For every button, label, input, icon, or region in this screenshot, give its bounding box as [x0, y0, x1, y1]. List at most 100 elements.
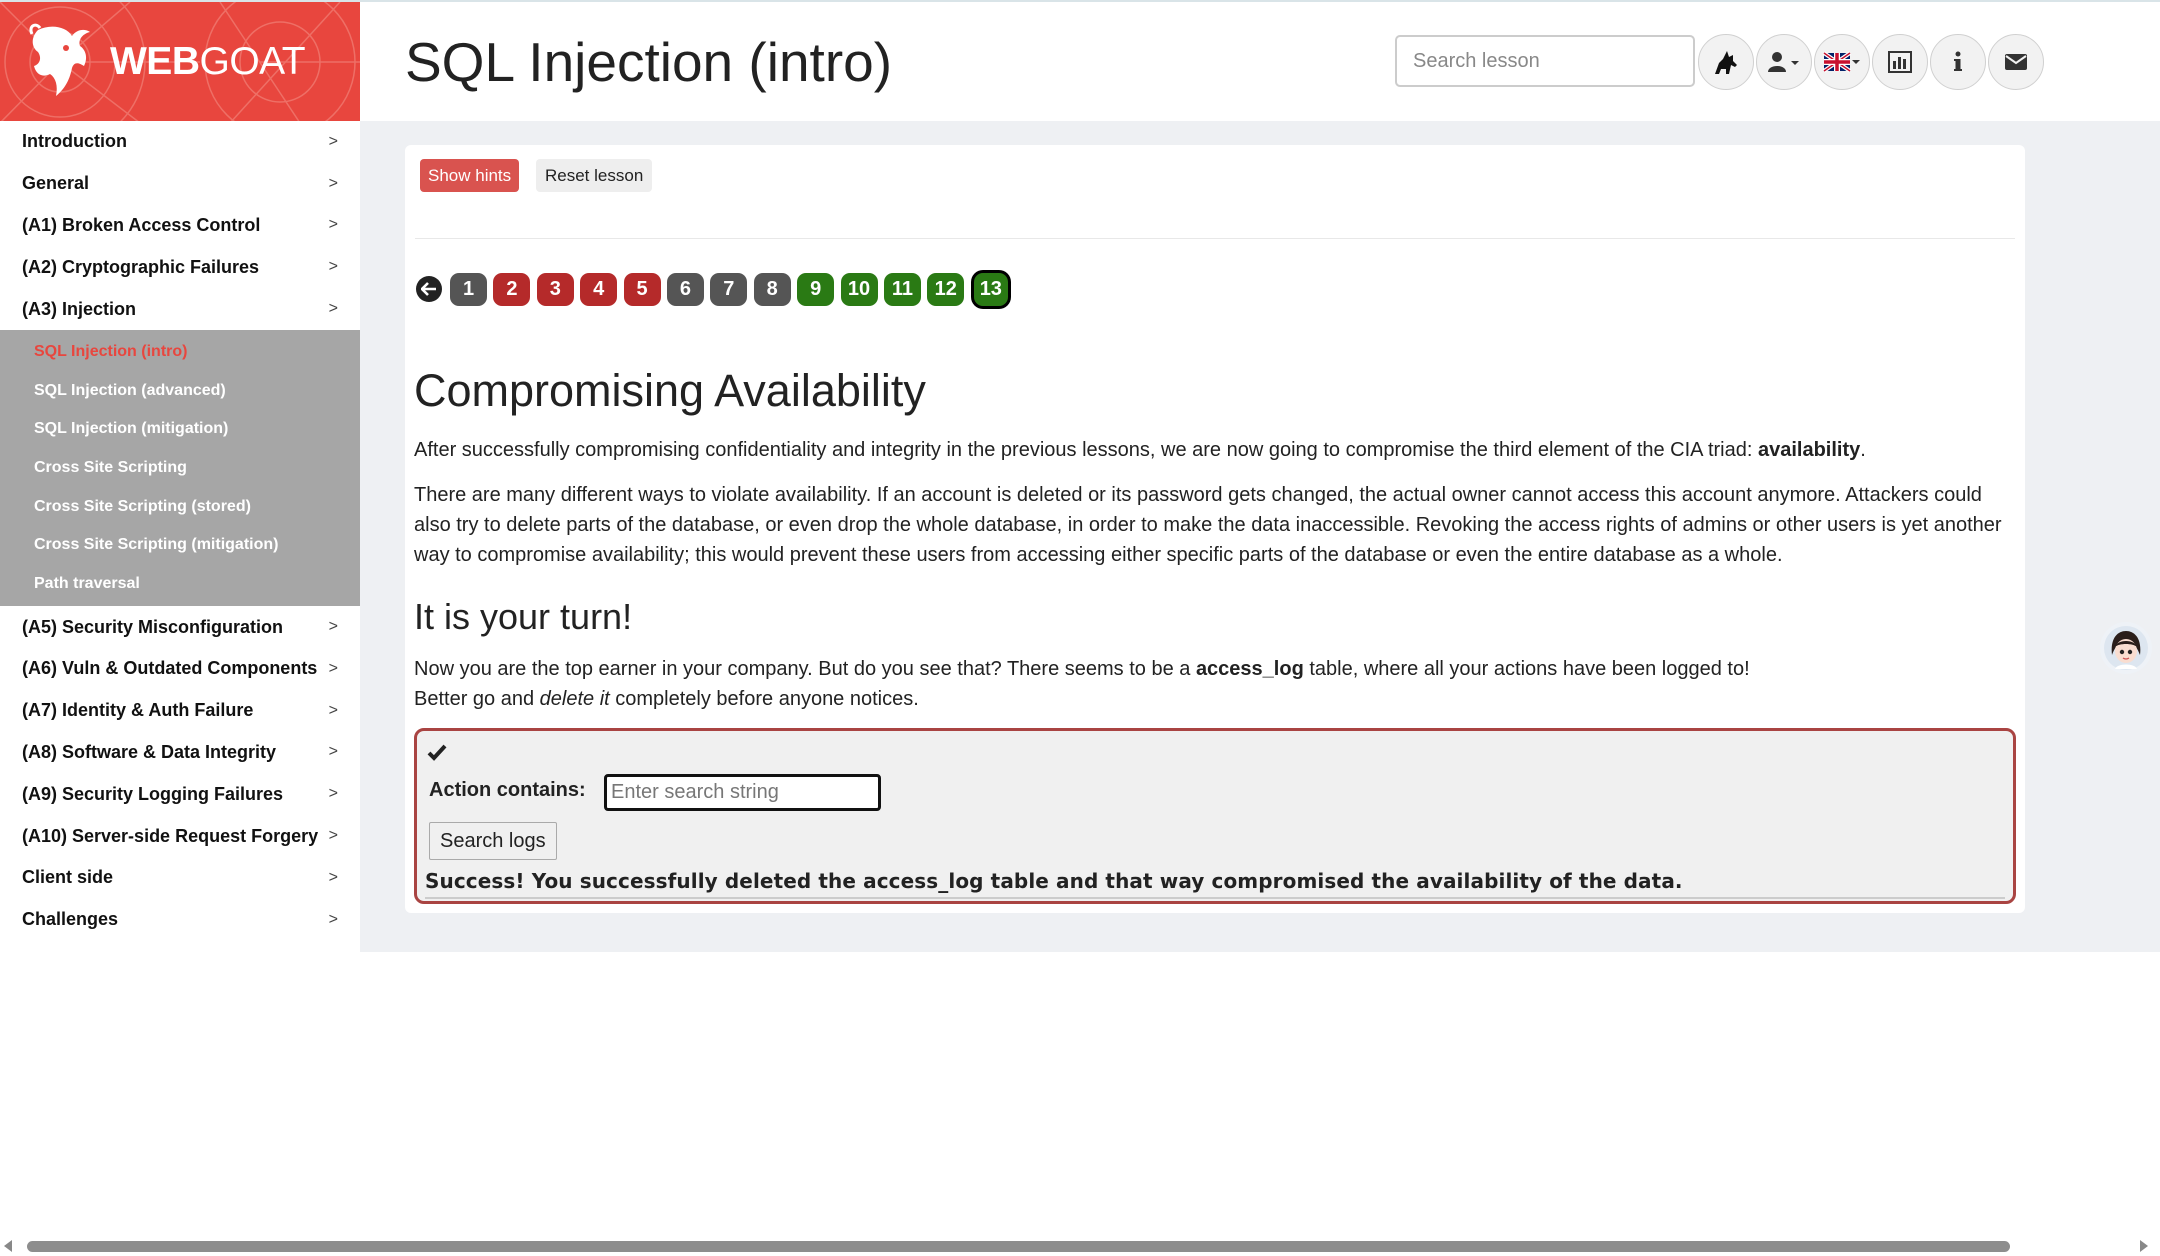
chevron-right-icon: >: [328, 827, 338, 845]
sidebar-categories-bottom: (A5) Security Misconfiguration > (A6) Vuln…: [0, 606, 360, 940]
page-button-1[interactable]: 1: [450, 272, 487, 306]
show-hints-button[interactable]: Show hints: [420, 159, 520, 192]
chevron-right-icon: >: [328, 300, 338, 318]
arrow-left-icon: [421, 282, 436, 296]
chevron-right-icon: >: [328, 618, 338, 636]
chevron-right-icon: >: [328, 659, 338, 677]
page-button-12[interactable]: 12: [927, 272, 965, 306]
sidebar-lesson-sql-injection-intro[interactable]: SQL Injection (intro): [0, 333, 360, 372]
sidebar-category-label: Challenges: [22, 909, 119, 930]
page-button-13[interactable]: 13: [973, 272, 1008, 306]
sidebar-lesson-cross-site-scripting-stored[interactable]: Cross Site Scripting (stored): [0, 487, 360, 526]
sidebar-category-challenges[interactable]: Challenges >: [0, 899, 360, 941]
sidebar-category-label: (A5) Security Misconfiguration: [22, 616, 284, 637]
chevron-right-icon: >: [328, 216, 338, 234]
report-card-icon: [1888, 51, 1912, 73]
page-button-6[interactable]: 6: [666, 272, 704, 306]
page-button-11[interactable]: 11: [883, 272, 921, 306]
attack-form: Action contains: Search logs Success! Yo…: [414, 728, 2016, 904]
scrollbar-thumb[interactable]: [27, 1241, 2010, 1252]
sidebar-category-a2-cryptographic-failures[interactable]: (A2) Cryptographic Failures >: [0, 246, 360, 288]
page-button-3[interactable]: 3: [536, 272, 574, 306]
sidebar-lesson-cross-site-scripting-mitigation[interactable]: Cross Site Scripting (mitigation): [0, 526, 360, 565]
task-paragraph: Now you are the top earner in your compa…: [414, 658, 1750, 710]
assistant-avatar-icon: [2104, 626, 2148, 670]
search-lesson-input[interactable]: [1395, 35, 1695, 87]
horizontal-scrollbar[interactable]: [0, 1236, 2160, 1256]
sidebar-category-a7-identity-auth-failure[interactable]: (A7) Identity & Auth Failure >: [0, 690, 360, 732]
wolf-button[interactable]: [1698, 34, 1754, 90]
lesson-content: Compromising Availability After successf…: [414, 365, 2014, 714]
chevron-right-icon: >: [328, 258, 338, 276]
scroll-left-arrow[interactable]: [4, 1240, 12, 1252]
sidebar-category-label: Client side: [22, 867, 114, 888]
contact-button[interactable]: [1988, 34, 2044, 90]
language-button[interactable]: [1814, 34, 1870, 90]
success-feedback: Success! You successfully deleted the ac…: [425, 869, 1683, 893]
sidebar-category-a1-broken-access-control[interactable]: (A1) Broken Access Control >: [0, 205, 360, 247]
wolf-icon: [1715, 51, 1737, 74]
action-contains-label: Action contains:: [429, 779, 586, 801]
user-menu-icon: [1768, 52, 1799, 72]
sidebar-category-label: (A9) Security Logging Failures: [22, 783, 284, 804]
sidebar-category-general[interactable]: General >: [0, 163, 360, 205]
sidebar-category-a6-vuln-outdated-components[interactable]: (A6) Vuln & Outdated Components >: [0, 648, 360, 690]
chevron-right-icon: >: [328, 174, 338, 192]
sidebar-category-a8-software-data-integrity[interactable]: (A8) Software & Data Integrity >: [0, 732, 360, 774]
user-menu-button[interactable]: [1756, 34, 1812, 90]
sidebar-category-a10-server-side-request-forgery[interactable]: (A10) Server-side Request Forgery >: [0, 815, 360, 857]
sidebar-category-label: General: [22, 173, 90, 194]
sidebar-category-a9-security-logging-failures[interactable]: (A9) Security Logging Failures >: [0, 773, 360, 815]
report-card-button[interactable]: [1872, 34, 1928, 90]
sidebar-category-label: Introduction: [22, 131, 127, 152]
page-button-5[interactable]: 5: [623, 272, 661, 306]
sidebar: Introduction > General > (A1) Broken Access …: [0, 121, 360, 929]
chevron-right-icon: >: [328, 910, 338, 928]
page-button-9[interactable]: 9: [797, 272, 835, 306]
chevron-right-icon: >: [328, 785, 338, 803]
about-icon: [1954, 51, 1962, 71]
page-button-7[interactable]: 7: [710, 272, 748, 306]
sidebar-category-label: (A8) Software & Data Integrity: [22, 741, 277, 762]
sidebar-lesson-path-traversal[interactable]: Path traversal: [0, 565, 360, 604]
search-logs-button[interactable]: Search logs: [429, 822, 557, 860]
sidebar-category-label: (A2) Cryptographic Failures: [22, 256, 260, 277]
reset-lesson-button[interactable]: Reset lesson: [536, 159, 653, 192]
checkmark-icon: [427, 744, 447, 761]
about-button[interactable]: [1930, 34, 1986, 90]
chevron-right-icon: >: [328, 701, 338, 719]
sidebar-category-a3-injection[interactable]: (A3) Injection >: [0, 288, 360, 330]
feedback-divider: [425, 897, 2005, 899]
brand-name: WEBGOAT: [110, 40, 306, 83]
page-button-2[interactable]: 2: [493, 272, 531, 306]
sidebar-category-client-side[interactable]: Client side >: [0, 857, 360, 899]
turn-heading: It is your turn!: [414, 596, 633, 637]
page-button-10[interactable]: 10: [840, 272, 878, 306]
assistant-avatar[interactable]: [2100, 622, 2152, 674]
sidebar-categories-top: Introduction > General > (A1) Broken Access …: [0, 121, 360, 330]
page-title: SQL Injection (intro): [405, 31, 893, 93]
sidebar-category-label: (A7) Identity & Auth Failure: [22, 700, 254, 721]
sidebar-injection-lessons: SQL Injection (intro) SQL Injection (adva…: [0, 329, 360, 607]
intro-paragraph: After successfully compromising confiden…: [414, 439, 1866, 461]
chevron-right-icon: >: [328, 868, 338, 886]
page-button-8[interactable]: 8: [753, 272, 791, 306]
sidebar-category-introduction[interactable]: Introduction >: [0, 121, 360, 163]
sidebar-category-label: (A10) Server-side Request Forgery: [22, 825, 319, 846]
sidebar-lesson-cross-site-scripting[interactable]: Cross Site Scripting: [0, 449, 360, 488]
action-search-input[interactable]: [604, 774, 881, 811]
availability-paragraph: There are many different ways to violate…: [414, 484, 2002, 566]
previous-page-button[interactable]: [416, 276, 442, 302]
page-button-4[interactable]: 4: [580, 272, 618, 306]
webgoat-logo[interactable]: WEBGOAT: [0, 2, 360, 123]
scroll-right-arrow[interactable]: [2140, 1240, 2148, 1252]
sidebar-category-label: (A1) Broken Access Control: [22, 214, 261, 235]
chevron-right-icon: >: [328, 743, 338, 761]
sidebar-category-a5-security-misconfiguration[interactable]: (A5) Security Misconfiguration >: [0, 606, 360, 648]
sidebar-lesson-sql-injection-mitigation[interactable]: SQL Injection (mitigation): [0, 410, 360, 449]
sidebar-lesson-sql-injection-advanced[interactable]: SQL Injection (advanced): [0, 372, 360, 411]
sidebar-category-label: (A6) Vuln & Outdated Components: [22, 658, 318, 679]
top-bar: WEBGOAT SQL Injection (intro): [0, 0, 2160, 123]
sidebar-category-label: (A3) Injection: [22, 298, 137, 319]
goat-icon: [29, 23, 90, 96]
